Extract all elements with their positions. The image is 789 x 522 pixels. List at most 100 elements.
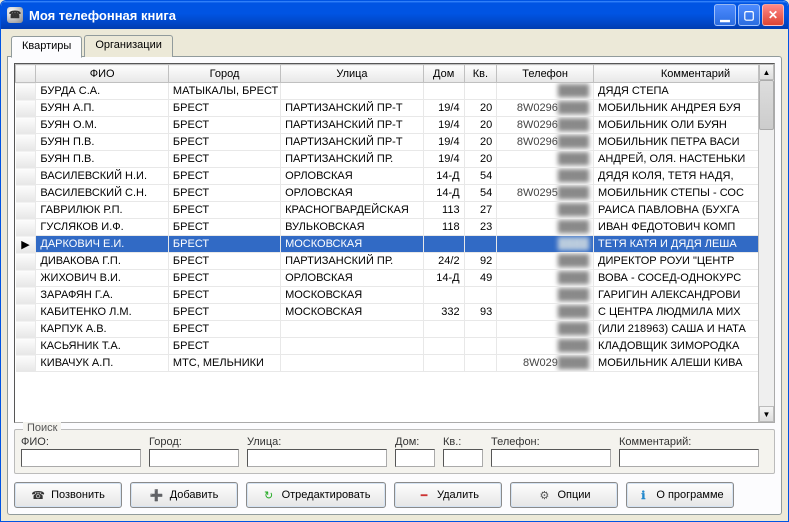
cell-street: МОСКОВСКАЯ <box>281 287 424 304</box>
col-gutter[interactable] <box>16 65 36 83</box>
cell-fio: КАРПУК А.В. <box>36 321 169 338</box>
cell-apt: 49 <box>464 270 497 287</box>
table-row[interactable]: БУЯН П.В.БРЕСТПАРТИЗАНСКИЙ ПР-Т19/4208W0… <box>16 134 759 151</box>
cell-city: БРЕСТ <box>168 168 280 185</box>
cell-apt <box>464 355 497 372</box>
tab-organizations[interactable]: Организации <box>84 35 173 57</box>
cell-street <box>281 355 424 372</box>
titlebar[interactable]: ☎ Моя телефонная книга ▁ ▢ ✕ <box>1 1 788 29</box>
tabs: Квартиры Организации <box>7 35 782 57</box>
table-row[interactable]: КИВАЧУК А.П.МТС, МЕЛЬНИКИ8W029████МОБИЛЬ… <box>16 355 759 372</box>
cell-street <box>281 321 424 338</box>
search-comment-input[interactable] <box>619 449 759 467</box>
table-row[interactable]: ЖИХОВИЧ В.И.БРЕСТОРЛОВСКАЯ14-Д49████ВОВА… <box>16 270 759 287</box>
cell-house: 19/4 <box>423 117 464 134</box>
cell-comment: МОБИЛЬНИК АНДРЕЯ БУЯ <box>594 100 758 117</box>
cell-apt: 54 <box>464 185 497 202</box>
row-marker <box>16 304 36 321</box>
table-row[interactable]: ВАСИЛЕВСКИЙ Н.И.БРЕСТОРЛОВСКАЯ14-Д54████… <box>16 168 759 185</box>
table-row[interactable]: ГАВРИЛЮК Р.П.БРЕСТКРАСНОГВАРДЕЙСКАЯ11327… <box>16 202 759 219</box>
table-row[interactable]: ГУСЛЯКОВ И.Ф.БРЕСТВУЛЬКОВСКАЯ11823████ИВ… <box>16 219 759 236</box>
row-marker <box>16 270 36 287</box>
cell-comment: МОБИЛЬНИК СТЕПЫ - СОС <box>594 185 758 202</box>
col-house[interactable]: Дом <box>423 65 464 83</box>
options-button[interactable]: ⚙ Опции <box>510 482 618 508</box>
search-apt-input[interactable] <box>443 449 483 467</box>
table-row[interactable]: БУРДА С.А.МАТЫКАЛЫ, БРЕСТ████ДЯДЯ СТЕПА <box>16 83 759 100</box>
search-street-input[interactable] <box>247 449 387 467</box>
cell-phone: ████ <box>497 321 594 338</box>
header-row[interactable]: ФИО Город Улица Дом Кв. Телефон Коммента… <box>16 65 759 83</box>
edit-button[interactable]: ↻ Отредактировать <box>246 482 386 508</box>
cell-phone: 8W0296████ <box>497 117 594 134</box>
search-house-input[interactable] <box>395 449 435 467</box>
row-marker <box>16 168 36 185</box>
cell-fio: БУРДА С.А. <box>36 83 169 100</box>
call-button[interactable]: ☎ Позвонить <box>14 482 122 508</box>
cell-phone: ████ <box>497 168 594 185</box>
add-button[interactable]: ➕ Добавить <box>130 482 238 508</box>
about-button[interactable]: ℹ О программе <box>626 482 734 508</box>
row-marker <box>16 134 36 151</box>
scroll-track[interactable] <box>759 80 774 406</box>
table-row[interactable]: КАСЬЯНИК Т.А.БРЕСТ████КЛАДОВЩИК ЗИМОРОДК… <box>16 338 759 355</box>
row-marker <box>16 355 36 372</box>
cell-phone: ████ <box>497 202 594 219</box>
search-city-input[interactable] <box>149 449 239 467</box>
scroll-down-button[interactable]: ▼ <box>759 406 774 422</box>
add-button-label: Добавить <box>170 489 219 501</box>
table-row[interactable]: КАБИТЕНКО Л.М.БРЕСТМОСКОВСКАЯ33293████С … <box>16 304 759 321</box>
search-street-label: Улица: <box>247 436 387 448</box>
table-row[interactable]: БУЯН О.М.БРЕСТПАРТИЗАНСКИЙ ПР-Т19/4208W0… <box>16 117 759 134</box>
cell-apt: 20 <box>464 151 497 168</box>
cell-city: БРЕСТ <box>168 253 280 270</box>
cell-city: МАТЫКАЛЫ, БРЕСТ <box>168 83 280 100</box>
col-city[interactable]: Город <box>168 65 280 83</box>
cell-street: ОРЛОВСКАЯ <box>281 270 424 287</box>
vertical-scrollbar[interactable]: ▲ ▼ <box>758 64 774 422</box>
cell-comment: АНДРЕЙ, ОЛЯ. НАСТЕНЬКИ <box>594 151 758 168</box>
cell-apt <box>464 321 497 338</box>
tab-apartments[interactable]: Квартиры <box>11 36 82 58</box>
table-row[interactable]: ДИВАКОВА Г.П.БРЕСТПАРТИЗАНСКИЙ ПР.24/292… <box>16 253 759 270</box>
delete-button[interactable]: ━ Удалить <box>394 482 502 508</box>
refresh-icon: ↻ <box>262 488 276 502</box>
cell-phone: ████ <box>497 304 594 321</box>
cell-phone: ████ <box>497 338 594 355</box>
cell-house <box>423 236 464 253</box>
table-row[interactable]: ЗАРАФЯН Г.А.БРЕСТМОСКОВСКАЯ████ГАРИГИН А… <box>16 287 759 304</box>
maximize-button[interactable]: ▢ <box>738 4 760 26</box>
cell-phone: ████ <box>497 219 594 236</box>
cell-house: 332 <box>423 304 464 321</box>
minimize-button[interactable]: ▁ <box>714 4 736 26</box>
data-grid[interactable]: ФИО Город Улица Дом Кв. Телефон Коммента… <box>15 64 758 422</box>
search-fio-input[interactable] <box>21 449 141 467</box>
col-fio[interactable]: ФИО <box>36 65 169 83</box>
table-row[interactable]: ▶ДАРКОВИЧ Е.И.БРЕСТМОСКОВСКАЯ████ТЕТЯ КА… <box>16 236 759 253</box>
table-row[interactable]: БУЯН А.П.БРЕСТПАРТИЗАНСКИЙ ПР-Т19/4208W0… <box>16 100 759 117</box>
col-comment[interactable]: Комментарий <box>594 65 758 83</box>
col-phone[interactable]: Телефон <box>497 65 594 83</box>
cell-apt: 20 <box>464 100 497 117</box>
cell-phone: ████ <box>497 287 594 304</box>
phone-icon: ☎ <box>31 488 45 502</box>
scroll-thumb[interactable] <box>759 80 774 130</box>
app-icon: ☎ <box>7 7 23 23</box>
cell-phone: ████ <box>497 83 594 100</box>
cell-street: ВУЛЬКОВСКАЯ <box>281 219 424 236</box>
col-street[interactable]: Улица <box>281 65 424 83</box>
col-apt[interactable]: Кв. <box>464 65 497 83</box>
cell-apt <box>464 287 497 304</box>
table-row[interactable]: КАРПУК А.В.БРЕСТ████(ИЛИ 218963) САША И … <box>16 321 759 338</box>
close-button[interactable]: ✕ <box>762 4 784 26</box>
cell-street: ПАРТИЗАНСКИЙ ПР-Т <box>281 117 424 134</box>
search-house-label: Дом: <box>395 436 435 448</box>
cell-city: БРЕСТ <box>168 287 280 304</box>
scroll-up-button[interactable]: ▲ <box>759 64 774 80</box>
cell-house <box>423 83 464 100</box>
table-row[interactable]: ВАСИЛЕВСКИЙ С.Н.БРЕСТОРЛОВСКАЯ14-Д548W02… <box>16 185 759 202</box>
cell-comment: С ЦЕНТРА ЛЮДМИЛА МИХ <box>594 304 758 321</box>
cell-comment: МОБИЛЬНИК ОЛИ БУЯН <box>594 117 758 134</box>
table-row[interactable]: БУЯН П.В.БРЕСТПАРТИЗАНСКИЙ ПР.19/420████… <box>16 151 759 168</box>
search-phone-input[interactable] <box>491 449 611 467</box>
